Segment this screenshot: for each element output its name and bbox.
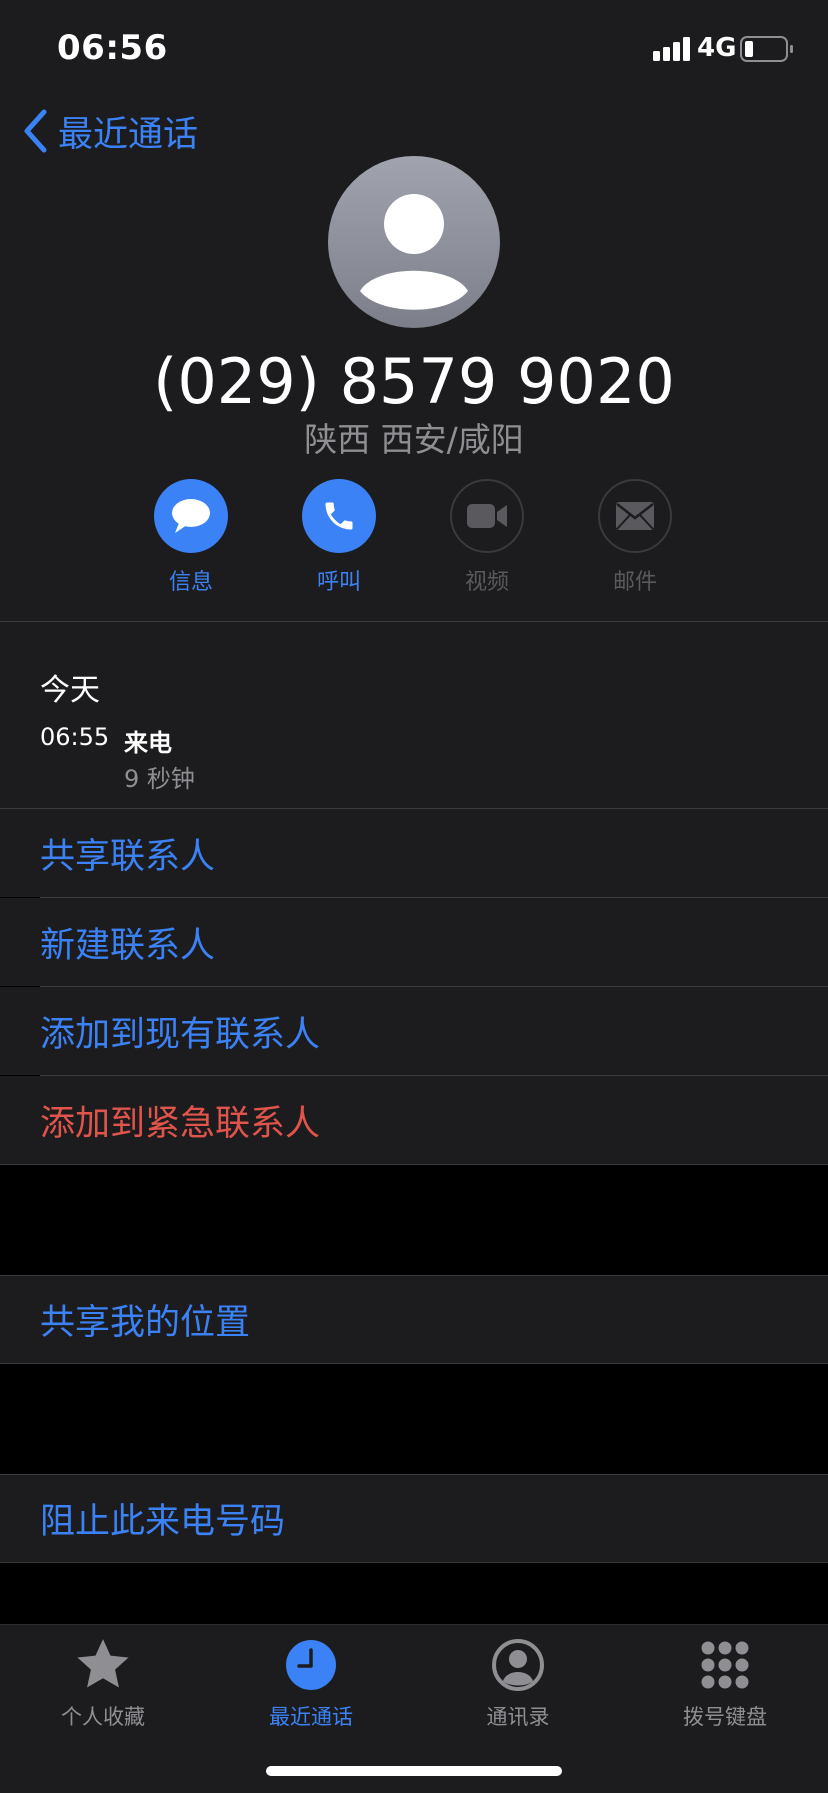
mail-icon: [616, 502, 654, 530]
share-contact-row[interactable]: 共享联系人: [0, 809, 828, 897]
add-emergency-contact-row[interactable]: 添加到紧急联系人: [0, 1076, 828, 1164]
tab-contacts[interactable]: 通讯录: [438, 1637, 598, 1731]
mail-button-label: 邮件: [612, 570, 657, 595]
phone-number: (029) 8579 9020: [153, 345, 675, 418]
back-button-label: 最近通话: [58, 114, 199, 155]
message-button[interactable]: 信息: [154, 479, 228, 595]
tab-favorites-label: 个人收藏: [61, 1705, 145, 1729]
chevron-left-icon: [24, 109, 47, 153]
phone-icon: [325, 502, 353, 530]
call-button[interactable]: 呼叫: [302, 479, 376, 595]
video-button: 视频: [450, 479, 524, 595]
block-caller-label: 阻止此来电号码: [40, 1502, 286, 1542]
person-silhouette-icon: [360, 194, 468, 310]
share-location-label: 共享我的位置: [40, 1303, 251, 1343]
home-indicator[interactable]: [266, 1766, 562, 1776]
number-location: 陕西 西安/咸阳: [304, 420, 524, 459]
call-button-label: 呼叫: [316, 570, 361, 595]
network-type: 4G: [697, 33, 737, 63]
star-icon: [77, 1639, 129, 1688]
keypad-icon: [701, 1641, 749, 1689]
battery-icon: [740, 36, 793, 62]
section-divider: [0, 1562, 828, 1563]
share-contact-label: 共享联系人: [40, 836, 216, 877]
new-contact-row[interactable]: 新建联系人: [0, 898, 828, 986]
clock-icon: [286, 1640, 336, 1690]
message-button-label: 信息: [168, 570, 213, 595]
new-contact-label: 新建联系人: [40, 925, 216, 966]
share-location-row[interactable]: 共享我的位置: [0, 1276, 828, 1363]
mail-button: 邮件: [598, 479, 672, 595]
history-date: 今天: [40, 673, 100, 708]
signal-icon: [653, 37, 690, 61]
add-emergency-contact-label: 添加到紧急联系人: [40, 1103, 321, 1144]
tab-recents[interactable]: 最近通话: [231, 1637, 391, 1731]
section-divider: [0, 1363, 828, 1364]
message-icon: [172, 499, 210, 533]
block-caller-row[interactable]: 阻止此来电号码: [0, 1475, 828, 1562]
history-call-time: 06:55: [40, 723, 110, 751]
history-call-duration: 9 秒钟: [124, 765, 195, 793]
tab-keypad-label: 拨号键盘: [683, 1705, 767, 1729]
section-divider: [0, 1164, 828, 1165]
video-button-label: 视频: [464, 570, 509, 595]
video-icon: [467, 504, 507, 528]
person-circle-icon: [492, 1639, 544, 1691]
tab-keypad[interactable]: 拨号键盘: [645, 1637, 805, 1731]
status-time: 06:56: [57, 28, 168, 68]
tab-recents-label: 最近通话: [269, 1705, 353, 1729]
history-call-type: 来电: [124, 729, 172, 757]
add-existing-contact-row[interactable]: 添加到现有联系人: [0, 987, 828, 1075]
tab-contacts-label: 通讯录: [486, 1705, 550, 1729]
back-button[interactable]: 最近通话: [22, 106, 198, 156]
tab-favorites[interactable]: 个人收藏: [23, 1637, 183, 1731]
avatar: [328, 156, 500, 328]
add-existing-contact-label: 添加到现有联系人: [40, 1014, 321, 1055]
